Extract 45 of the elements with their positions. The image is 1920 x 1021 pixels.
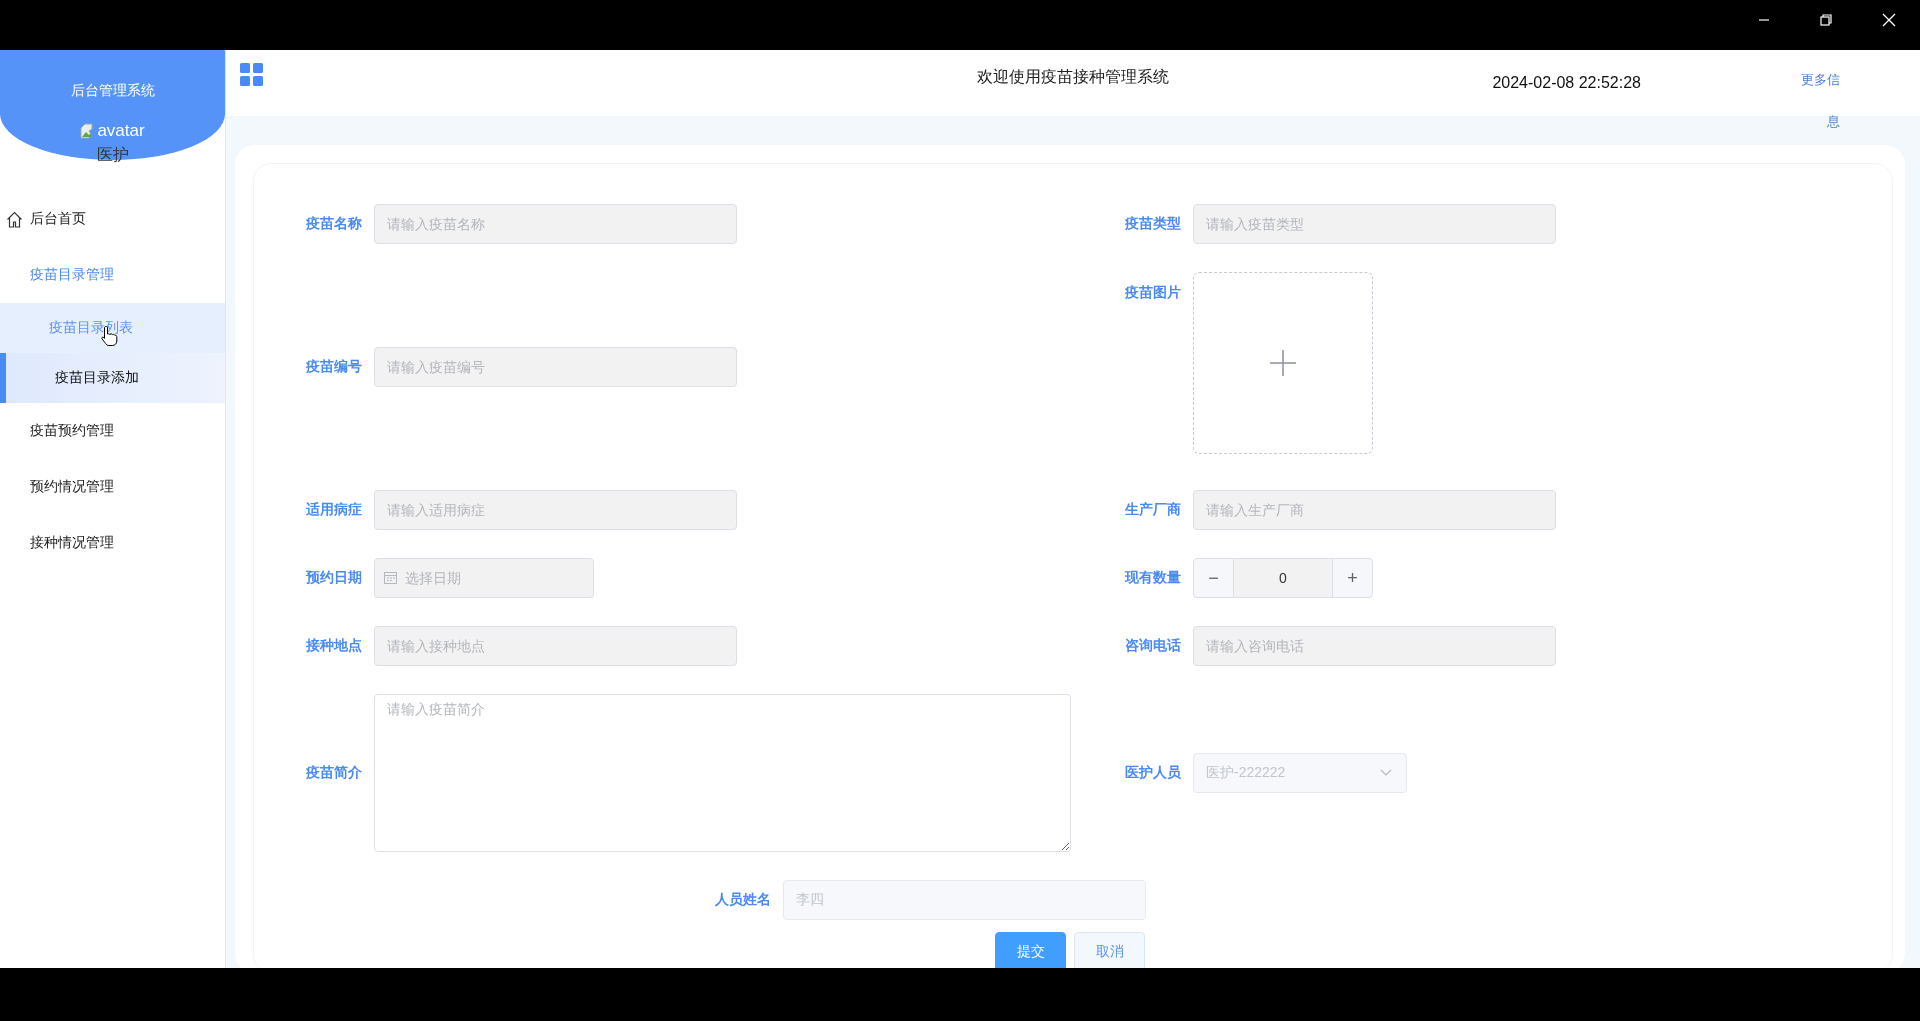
- decrement-button[interactable]: −: [1193, 558, 1234, 598]
- date-time: 2024-02-08 22:52:28: [1492, 73, 1641, 92]
- grid-menu-icon[interactable]: [240, 63, 263, 86]
- field-label: 医护人员: [1124, 764, 1182, 782]
- input-field[interactable]: 请输入疫苗类型: [1193, 204, 1556, 244]
- text-area[interactable]: 请输入疫苗简介: [374, 694, 1071, 852]
- field-label: 疫苗编号: [305, 358, 363, 376]
- plus-icon: [1270, 350, 1296, 376]
- submenu-item[interactable]: 疫苗目录添加: [0, 353, 225, 403]
- field-label: 适用病症: [305, 501, 363, 519]
- input-field[interactable]: 请输入接种地点: [374, 626, 737, 666]
- page-title: 欢迎使用疫苗接种管理系统: [977, 67, 1169, 87]
- input-field[interactable]: 请输入疫苗编号: [374, 347, 737, 387]
- field-label: 接种地点: [305, 637, 363, 655]
- home-icon: [6, 210, 23, 228]
- field-label: 疫苗简介: [305, 764, 363, 782]
- menu-group[interactable]: 疫苗目录管理: [0, 247, 225, 303]
- menu-group[interactable]: 预约情况管理: [0, 459, 225, 515]
- field-label: 现有数量: [1123, 569, 1182, 587]
- field-label: 疫苗图片: [1124, 283, 1182, 302]
- close-icon[interactable]: [1882, 13, 1896, 27]
- app-title: 后台管理系统: [70, 82, 155, 100]
- input-field[interactable]: 请输入生产厂商: [1193, 490, 1556, 530]
- field-label: 人员姓名: [714, 891, 772, 909]
- more-info-link[interactable]: 更多信息: [1801, 59, 1840, 143]
- input-field[interactable]: 请输入疫苗名称: [374, 204, 737, 244]
- field-label: 生产厂商: [1124, 501, 1182, 519]
- field-label: 疫苗类型: [1124, 215, 1182, 233]
- input-field[interactable]: 请输入适用病症: [374, 490, 737, 530]
- number-field[interactable]: 0: [1234, 558, 1332, 598]
- calendar-icon: [384, 571, 397, 584]
- date-field[interactable]: 选择日期: [374, 558, 594, 598]
- cancel-button[interactable]: 取消: [1074, 932, 1145, 968]
- restore-icon[interactable]: [1820, 14, 1832, 26]
- field-label: 咨询电话: [1124, 637, 1182, 655]
- user-role: 医护: [96, 145, 129, 165]
- chevron-down-icon: [1380, 769, 1392, 777]
- field-label: 疫苗名称: [305, 215, 363, 233]
- menu-group[interactable]: 接种情况管理: [0, 515, 225, 571]
- menu-item[interactable]: 后台首页: [0, 191, 225, 247]
- field-label: 预约日期: [304, 569, 363, 587]
- input-field[interactable]: 请输入咨询电话: [1193, 626, 1556, 666]
- menu-group[interactable]: 疫苗预约管理: [0, 403, 225, 459]
- increment-button[interactable]: +: [1332, 558, 1373, 598]
- avatar-alt-text: avatar: [97, 121, 145, 141]
